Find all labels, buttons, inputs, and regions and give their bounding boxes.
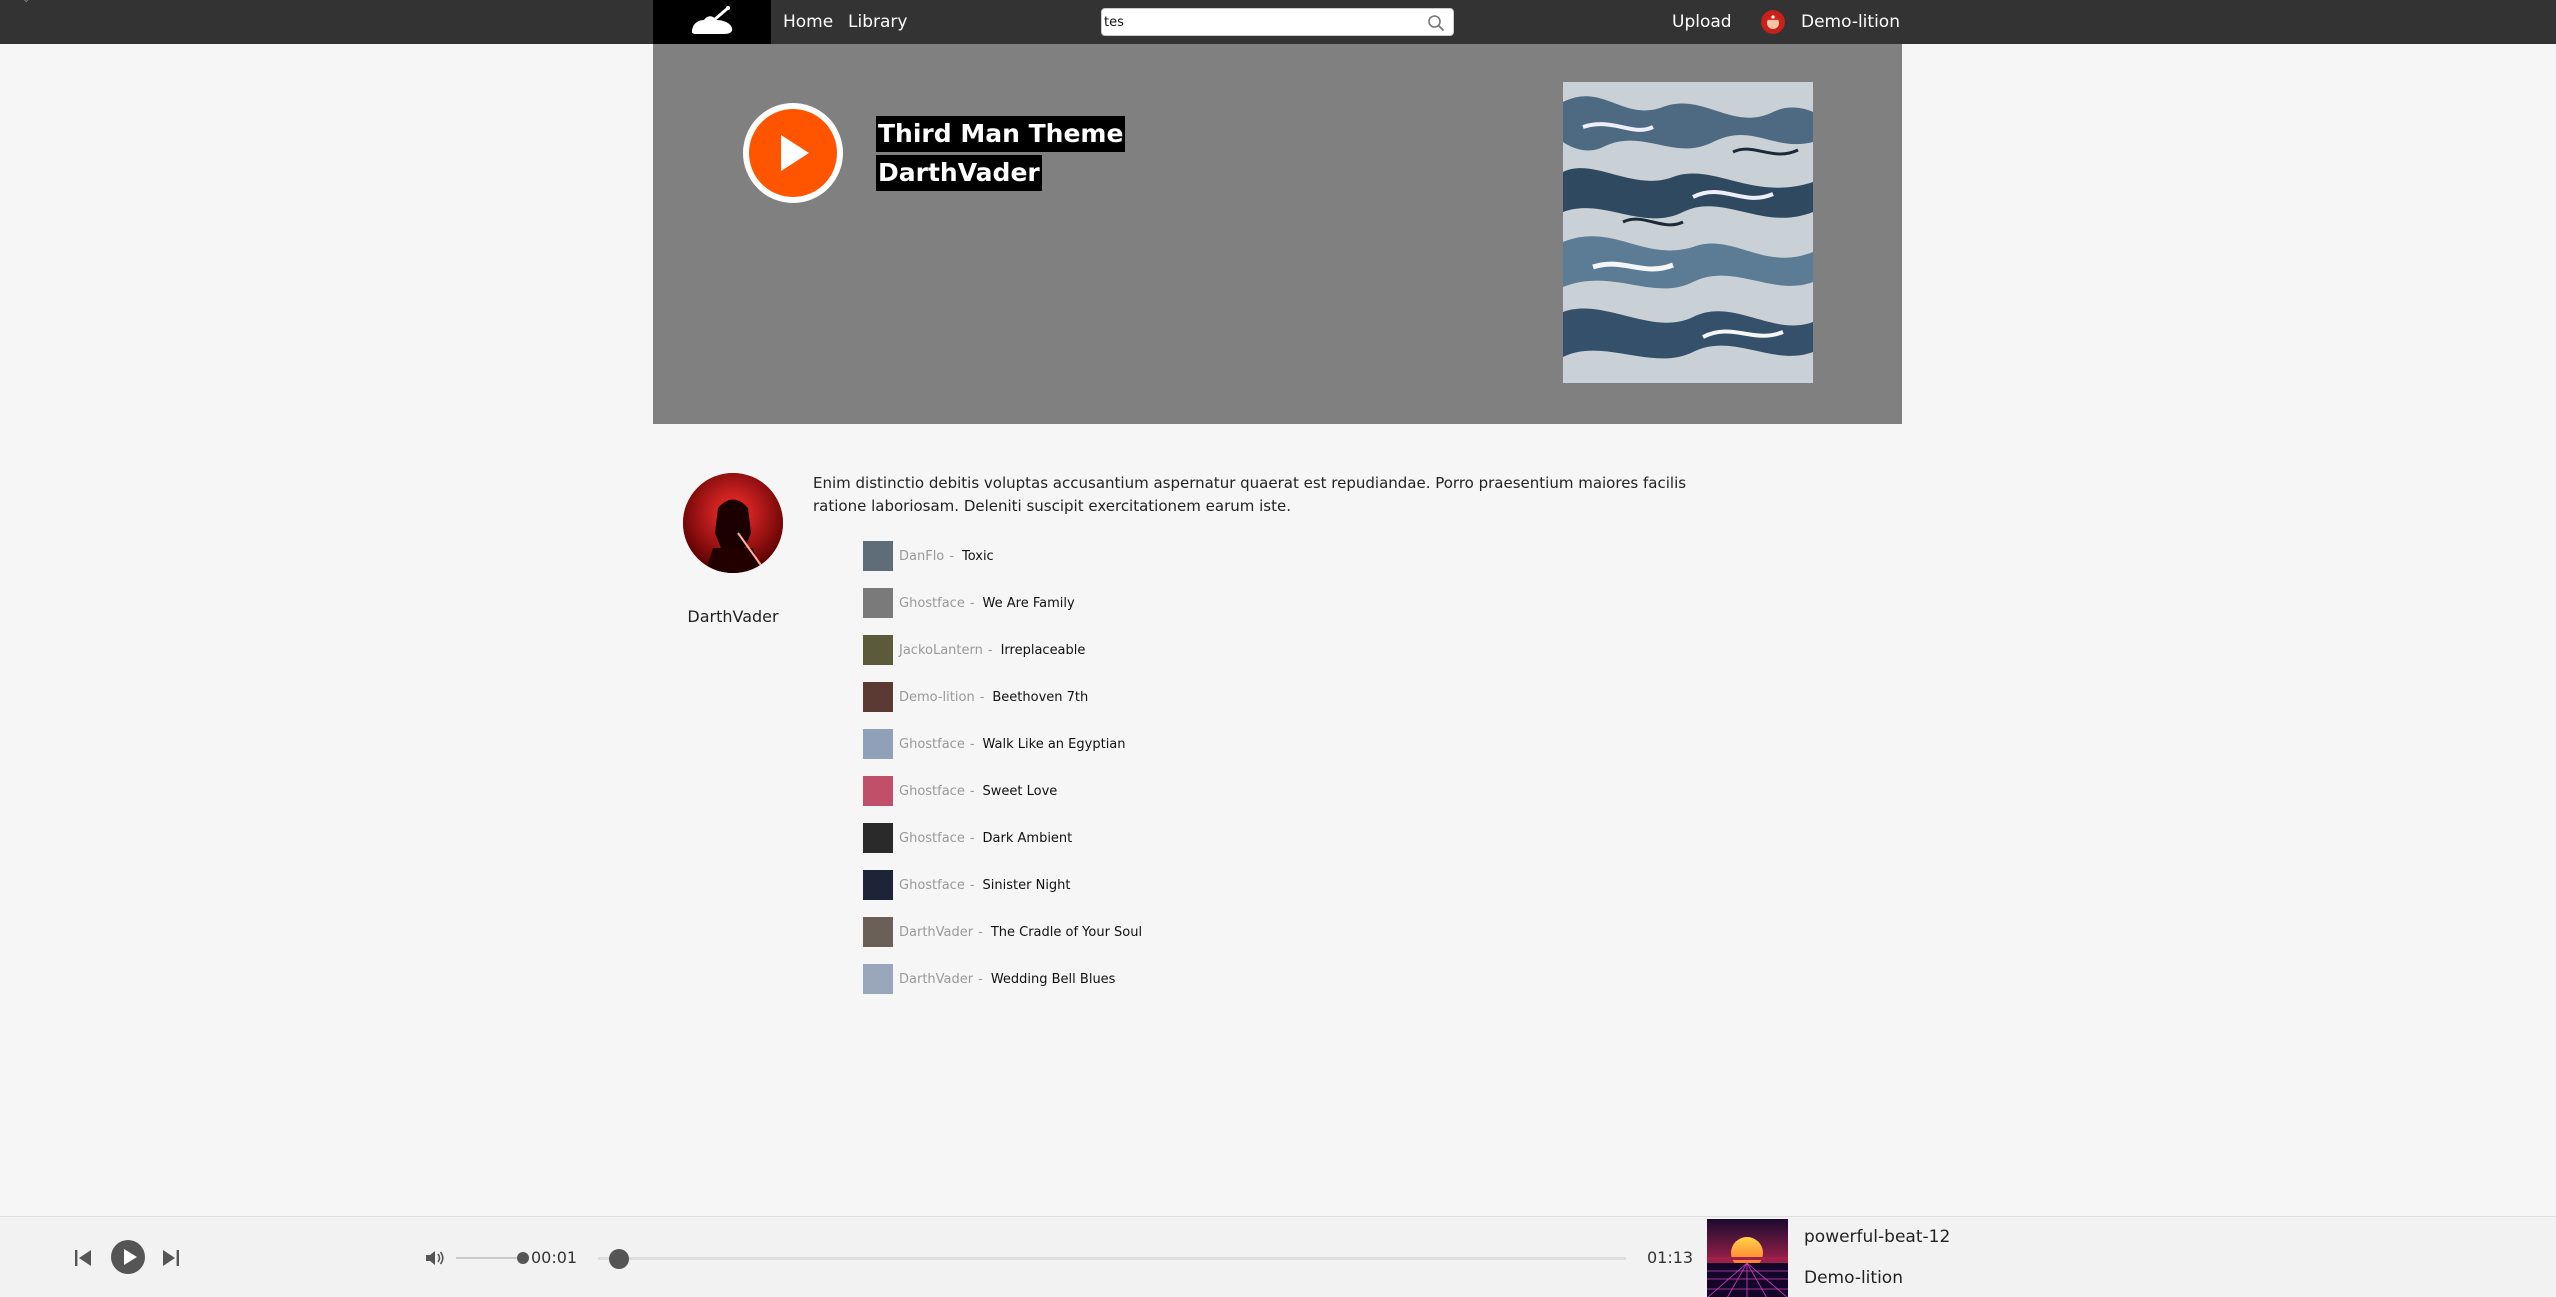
track-title[interactable]: Walk Like an Egyptian (983, 737, 1126, 752)
track-hero-banner: Third Man Theme DarthVader (653, 44, 1902, 424)
track-uploader[interactable]: Ghostface (899, 737, 965, 752)
player-play-button[interactable] (111, 1240, 145, 1274)
track-uploader[interactable]: DanFlo (899, 549, 944, 564)
track-title[interactable]: Irreplaceable (1001, 643, 1086, 658)
track-separator: - (978, 971, 983, 987)
hero-play-button[interactable] (743, 103, 843, 203)
now-playing-art[interactable] (1707, 1219, 1788, 1297)
hero-track-title: Third Man Theme (876, 116, 1126, 152)
track-uploader[interactable]: JackoLantern (899, 643, 983, 658)
search-icon[interactable] (1427, 14, 1445, 32)
skip-next-icon (163, 1250, 179, 1266)
track-uploader[interactable]: DarthVader (899, 972, 973, 987)
track-list-item[interactable]: Ghostface - Sweet Love (863, 776, 1057, 806)
play-icon (781, 135, 809, 171)
track-thumbnail[interactable] (863, 635, 893, 665)
track-title[interactable]: Dark Ambient (983, 831, 1073, 846)
track-list-item[interactable]: Ghostface - Sinister Night (863, 870, 1071, 900)
logo-link[interactable] (653, 0, 771, 44)
chevron-down-icon[interactable]: ⌄ (22, 0, 32, 5)
track-thumbnail[interactable] (863, 541, 893, 571)
track-thumbnail[interactable] (863, 588, 893, 618)
now-playing-title[interactable]: powerful-beat-12 (1804, 1227, 1950, 1247)
track-title[interactable]: Toxic (962, 549, 994, 564)
track-list-item[interactable]: Demo-lition - Beethoven 7th (863, 682, 1088, 712)
track-description: Enim distinctio debitis voluptas accusan… (813, 474, 1687, 515)
previous-track-button[interactable] (72, 1247, 94, 1273)
now-playing-artist[interactable]: Demo-lition (1804, 1268, 1903, 1288)
track-thumbnail[interactable] (863, 823, 893, 853)
hero-album-art (1563, 82, 1813, 383)
track-uploader[interactable]: Ghostface (899, 784, 965, 799)
nav-home-link[interactable]: Home (783, 0, 833, 44)
volume-slider-track[interactable] (456, 1257, 524, 1259)
volume-icon (426, 1251, 444, 1265)
track-uploader[interactable]: Ghostface (899, 596, 965, 611)
track-uploader[interactable]: DarthVader (899, 925, 973, 940)
search-bar (1101, 8, 1454, 36)
hero-artist-name[interactable]: DarthVader (876, 155, 1042, 191)
next-track-button[interactable] (160, 1247, 182, 1273)
track-separator: - (979, 689, 985, 705)
track-list-item[interactable]: DarthVader - Wedding Bell Blues (863, 964, 1115, 994)
total-duration: 01:13 (1647, 1248, 1694, 1267)
track-uploader[interactable]: Ghostface (899, 831, 965, 846)
track-list-item[interactable]: DanFlo - Toxic (863, 541, 994, 571)
nav-username-link[interactable]: Demo-lition (1801, 0, 1900, 44)
track-list-item[interactable]: Ghostface - Dark Ambient (863, 823, 1072, 853)
track-title[interactable]: Sinister Night (983, 878, 1071, 893)
search-input[interactable] (1104, 11, 1414, 33)
track-thumbnail[interactable] (863, 917, 893, 947)
track-list-item[interactable]: JackoLantern - Irreplaceable (863, 635, 1085, 665)
skip-previous-icon (75, 1250, 91, 1266)
shoe-logo-icon (692, 6, 733, 34)
volume-button[interactable] (424, 1247, 446, 1273)
track-thumbnail[interactable] (863, 729, 893, 759)
track-title[interactable]: The Cradle of Your Soul (991, 925, 1142, 940)
track-separator: - (969, 830, 975, 846)
track-title[interactable]: Wedding Bell Blues (991, 972, 1116, 987)
track-separator: - (969, 877, 975, 893)
play-icon (124, 1249, 137, 1265)
current-time: 00:01 (531, 1248, 578, 1267)
track-title[interactable]: Sweet Love (983, 784, 1058, 799)
track-list-item[interactable]: DarthVader - The Cradle of Your Soul (863, 917, 1142, 947)
top-navbar: ⌄ Home Library Upload Demo-lition (0, 0, 2556, 44)
artist-avatar[interactable] (683, 473, 783, 573)
track-uploader[interactable]: Ghostface (899, 878, 965, 893)
track-separator: - (949, 548, 954, 564)
track-thumbnail[interactable] (863, 682, 893, 712)
progress-bar-handle[interactable] (609, 1249, 629, 1269)
track-separator: - (969, 736, 975, 752)
artist-name[interactable]: DarthVader (683, 607, 783, 626)
track-thumbnail[interactable] (863, 776, 893, 806)
track-title[interactable]: We Are Family (983, 596, 1075, 611)
track-uploader[interactable]: Demo-lition (899, 690, 975, 705)
nav-library-link[interactable]: Library (848, 0, 907, 44)
track-thumbnail[interactable] (863, 964, 893, 994)
progress-bar-track[interactable] (598, 1257, 1626, 1260)
track-separator: - (969, 595, 975, 611)
track-separator: - (987, 642, 993, 658)
user-avatar[interactable] (1761, 10, 1785, 34)
track-title[interactable]: Beethoven 7th (992, 690, 1088, 705)
track-list-item[interactable]: Ghostface - Walk Like an Egyptian (863, 729, 1126, 759)
audio-player-bar: 00:01 01:13 powerful-beat-12 Demo-lition (0, 1216, 2556, 1297)
track-separator: - (978, 924, 983, 940)
volume-slider-handle[interactable] (517, 1252, 529, 1264)
track-separator: - (969, 783, 975, 799)
track-thumbnail[interactable] (863, 870, 893, 900)
track-list-item[interactable]: Ghostface - We Are Family (863, 588, 1075, 618)
nav-upload-link[interactable]: Upload (1672, 0, 1732, 44)
